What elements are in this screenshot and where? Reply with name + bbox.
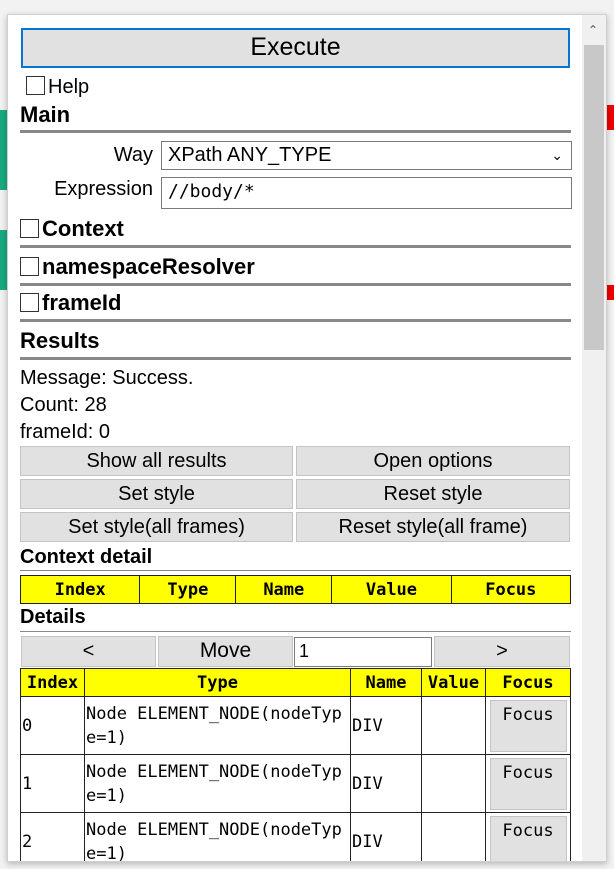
- set-style-button[interactable]: Set style: [20, 479, 293, 509]
- table-row: 2 Node ELEMENT_NODE(nodeType=1) DIV Focus: [20, 812, 571, 861]
- column-header: Type: [139, 575, 237, 604]
- cell-value: [421, 812, 486, 861]
- context-checkbox[interactable]: Context: [20, 216, 124, 242]
- set-style-all-frames-button[interactable]: Set style(all frames): [20, 512, 293, 542]
- background-page: [606, 285, 614, 300]
- show-all-results-button[interactable]: Show all results: [20, 446, 293, 476]
- cell-type: Node ELEMENT_NODE(nodeType=1): [84, 754, 351, 813]
- chevron-down-icon: ⌄: [551, 147, 563, 163]
- cell-focus: Focus: [485, 696, 571, 755]
- cell-type: Node ELEMENT_NODE(nodeType=1): [84, 812, 351, 861]
- column-header: Index: [20, 668, 85, 697]
- move-button[interactable]: Move: [158, 636, 293, 667]
- cell-name: DIV: [350, 754, 422, 813]
- divider: [20, 245, 571, 248]
- reset-style-button[interactable]: Reset style: [296, 479, 570, 509]
- column-header: Type: [84, 668, 351, 697]
- extension-popup: Execute Help Main Way XPath ANY_TYPE ⌄ Ex…: [7, 14, 607, 862]
- table-row: 1 Node ELEMENT_NODE(nodeType=1) DIV Focus: [20, 754, 571, 813]
- previous-button[interactable]: <: [21, 636, 156, 667]
- help-label: Help: [48, 76, 90, 98]
- way-select[interactable]: XPath ANY_TYPE ⌄: [161, 141, 572, 170]
- scrollbar[interactable]: ⌃: [582, 15, 606, 861]
- cell-index: 0: [20, 696, 85, 755]
- divider: [20, 631, 571, 632]
- frame-id-checkbox[interactable]: frameId: [20, 290, 121, 316]
- cell-value: [421, 696, 486, 755]
- main-heading: Main: [20, 102, 71, 127]
- cell-focus: Focus: [485, 812, 571, 861]
- context-detail-table: Index Type Name Value Focus: [19, 575, 572, 604]
- move-index-input[interactable]: 1: [294, 637, 432, 667]
- execute-button[interactable]: Execute: [21, 28, 570, 68]
- scroll-up-icon[interactable]: ⌃: [588, 23, 598, 37]
- expression-input[interactable]: //body/*: [161, 177, 572, 209]
- results-heading: Results: [20, 328, 100, 353]
- namespace-resolver-checkbox[interactable]: namespaceResolver: [20, 254, 255, 280]
- cell-name: DIV: [350, 812, 422, 861]
- column-header: Name: [235, 575, 333, 604]
- reset-style-all-frames-button[interactable]: Reset style(all frame): [296, 512, 570, 542]
- column-header: Name: [350, 668, 422, 697]
- result-count: Count: 28: [20, 394, 107, 416]
- table-row: 0 Node ELEMENT_NODE(nodeType=1) DIV Focus: [20, 696, 571, 755]
- column-header: Focus: [485, 668, 571, 697]
- divider: [20, 570, 571, 571]
- focus-button[interactable]: Focus: [489, 815, 567, 861]
- cell-type: Node ELEMENT_NODE(nodeType=1): [84, 696, 351, 755]
- next-button[interactable]: >: [434, 636, 570, 667]
- column-header: Focus: [450, 575, 572, 604]
- background-page: [606, 105, 614, 130]
- cell-index: 1: [20, 754, 85, 813]
- details-heading: Details: [20, 606, 86, 628]
- way-label: Way: [113, 144, 153, 166]
- column-header: Value: [331, 575, 452, 604]
- cell-value: [421, 754, 486, 813]
- divider: [20, 319, 571, 322]
- focus-button[interactable]: Focus: [489, 699, 567, 752]
- column-header: Index: [19, 575, 141, 604]
- scrollbar-thumb[interactable]: [584, 45, 604, 350]
- divider: [20, 130, 571, 133]
- divider: [20, 357, 571, 360]
- details-table: Index Type Name Value Focus 0 Node ELEMENT_NOD…: [20, 668, 571, 861]
- result-message: Message: Success.: [20, 367, 194, 389]
- context-detail-heading: Context detail: [20, 546, 153, 568]
- divider: [20, 283, 571, 286]
- cell-name: DIV: [350, 696, 422, 755]
- cell-focus: Focus: [485, 754, 571, 813]
- column-header: Value: [421, 668, 486, 697]
- help-checkbox[interactable]: Help: [26, 76, 89, 99]
- focus-button[interactable]: Focus: [489, 757, 567, 810]
- cell-index: 2: [20, 812, 85, 861]
- expression-label: Expression: [54, 178, 153, 200]
- result-frame-id: frameId: 0: [20, 421, 111, 443]
- open-options-button[interactable]: Open options: [296, 446, 570, 476]
